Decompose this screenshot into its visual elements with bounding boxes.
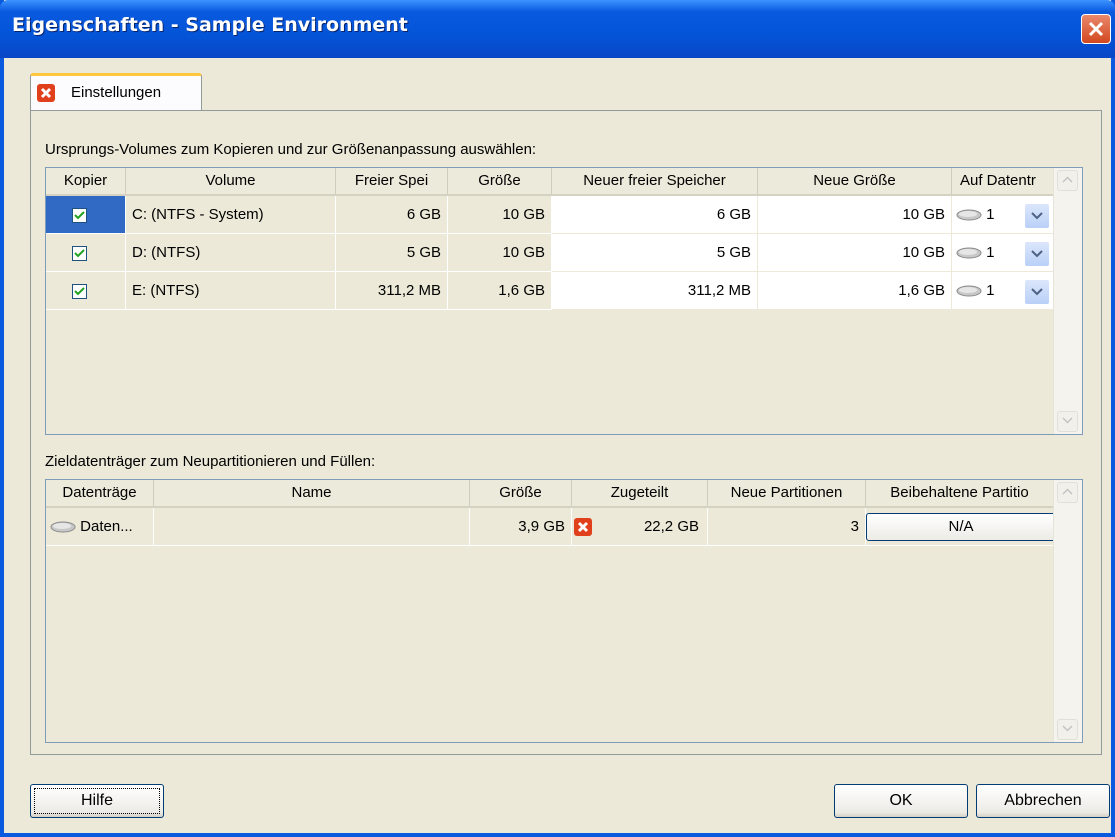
ok-button[interactable]: OK xyxy=(834,784,968,818)
table-row[interactable]: Daten... 3,9 GB 22,2 GB 3 N/A xyxy=(46,508,1056,546)
free-cell: 6 GB xyxy=(336,196,448,234)
copy-cell xyxy=(46,234,126,272)
source-grid-scrollbar[interactable] xyxy=(1053,168,1082,434)
table-row[interactable]: C: (NTFS - System) 6 GB 10 GB 6 GB 10 GB… xyxy=(46,196,1054,234)
col-header-kopier[interactable]: Kopier xyxy=(46,168,126,194)
disk-cell: Daten... xyxy=(46,508,154,546)
col-header-disk[interactable]: Auf Datentr xyxy=(952,168,1054,194)
tab-einstellungen[interactable]: Einstellungen xyxy=(30,73,202,111)
volume-cell: D: (NTFS) xyxy=(126,234,336,272)
col-header-new-free[interactable]: Neuer freier Speicher xyxy=(552,168,758,194)
name-cell xyxy=(154,508,470,546)
free-cell: 311,2 MB xyxy=(336,272,448,310)
dropdown-button[interactable] xyxy=(1025,242,1049,266)
checkmark-icon xyxy=(74,211,85,220)
error-icon xyxy=(37,84,55,102)
chevron-down-icon xyxy=(1031,212,1043,220)
allocated-value: 22,2 GB xyxy=(643,518,699,535)
copy-checkbox[interactable] xyxy=(72,208,87,223)
table-row[interactable]: D: (NTFS) 5 GB 10 GB 5 GB 10 GB 1 xyxy=(46,234,1054,272)
size-cell: 3,9 GB xyxy=(470,508,572,546)
chevron-down-icon xyxy=(1062,725,1073,732)
title-bar[interactable]: Eigenschaften - Sample Environment xyxy=(0,0,1115,58)
source-volumes-grid[interactable]: Kopier Volume Freier Spei Größe Neuer fr… xyxy=(45,167,1083,435)
window-title: Eigenschaften - Sample Environment xyxy=(12,14,408,36)
copy-checkbox[interactable] xyxy=(72,246,87,261)
size-cell: 10 GB xyxy=(448,234,552,272)
copy-checkbox[interactable] xyxy=(72,284,87,299)
close-button[interactable] xyxy=(1081,14,1111,44)
kept-partitions-button[interactable]: N/A xyxy=(866,513,1056,541)
col-header-zugeteilt[interactable]: Zugeteilt xyxy=(572,480,708,506)
col-header-free[interactable]: Freier Spei xyxy=(336,168,448,194)
volume-cell: C: (NTFS - System) xyxy=(126,196,336,234)
col-header-new-size[interactable]: Neue Größe xyxy=(758,168,952,194)
table-row[interactable]: E: (NTFS) 311,2 MB 1,6 GB 311,2 MB 1,6 G… xyxy=(46,272,1054,310)
chevron-up-icon xyxy=(1062,176,1073,183)
col-header-name[interactable]: Name xyxy=(154,480,470,506)
scroll-down-button[interactable] xyxy=(1057,719,1078,740)
disk-select[interactable]: 1 xyxy=(952,234,1054,272)
kept-partitions-cell: N/A xyxy=(866,508,1056,546)
copy-cell xyxy=(46,272,126,310)
disk-number: 1 xyxy=(986,282,995,299)
source-grid-header: Kopier Volume Freier Spei Größe Neuer fr… xyxy=(46,168,1054,196)
disk-number: 1 xyxy=(986,206,995,223)
hard-disk-icon xyxy=(956,247,982,259)
cancel-button[interactable]: Abbrechen xyxy=(976,784,1110,818)
source-volumes-label: Ursprungs-Volumes zum Kopieren und zur G… xyxy=(45,141,537,158)
col-header-beibehaltene[interactable]: Beibehaltene Partitio xyxy=(866,480,1054,506)
target-grid-scrollbar[interactable] xyxy=(1053,480,1082,742)
scroll-up-button[interactable] xyxy=(1057,482,1078,503)
new-size-input[interactable]: 10 GB xyxy=(758,234,952,272)
settings-panel: Ursprungs-Volumes zum Kopieren und zur G… xyxy=(30,110,1102,755)
volume-cell: E: (NTFS) xyxy=(126,272,336,310)
checkmark-icon xyxy=(74,287,85,296)
disk-name: Daten... xyxy=(80,518,133,535)
scroll-down-button[interactable] xyxy=(1057,411,1078,432)
target-disks-label: Zieldatenträger zum Neupartitionieren un… xyxy=(45,453,376,470)
col-header-datentraeger[interactable]: Datenträge xyxy=(46,480,154,506)
col-header-groesse[interactable]: Größe xyxy=(470,480,572,506)
new-partitions-cell: 3 xyxy=(708,508,866,546)
chevron-down-icon xyxy=(1031,250,1043,258)
copy-cell xyxy=(46,196,126,234)
new-size-input[interactable]: 1,6 GB xyxy=(758,272,952,310)
hard-disk-icon xyxy=(956,285,982,297)
hard-disk-icon xyxy=(956,209,982,221)
col-header-neue-partitionen[interactable]: Neue Partitionen xyxy=(708,480,866,506)
dropdown-button[interactable] xyxy=(1025,204,1049,228)
scroll-up-button[interactable] xyxy=(1057,170,1078,191)
allocated-cell: 22,2 GB xyxy=(572,508,708,546)
new-free-input[interactable]: 311,2 MB xyxy=(552,272,758,310)
free-cell: 5 GB xyxy=(336,234,448,272)
new-free-input[interactable]: 5 GB xyxy=(552,234,758,272)
checkmark-icon xyxy=(74,249,85,258)
col-header-volume[interactable]: Volume xyxy=(126,168,336,194)
new-free-input[interactable]: 6 GB xyxy=(552,196,758,234)
error-icon xyxy=(574,518,592,536)
help-button[interactable]: Hilfe xyxy=(30,784,164,818)
tab-label: Einstellungen xyxy=(71,84,162,101)
size-cell: 1,6 GB xyxy=(448,272,552,310)
dropdown-button[interactable] xyxy=(1025,280,1049,304)
chevron-down-icon xyxy=(1031,288,1043,296)
new-size-input[interactable]: 10 GB xyxy=(758,196,952,234)
properties-dialog: Eigenschaften - Sample Environment Einst… xyxy=(0,0,1115,837)
disk-number: 1 xyxy=(986,244,995,261)
target-disks-grid[interactable]: Datenträge Name Größe Zugeteilt Neue Par… xyxy=(45,479,1083,743)
chevron-down-icon xyxy=(1062,417,1073,424)
disk-select[interactable]: 1 xyxy=(952,272,1054,310)
close-icon xyxy=(1088,21,1104,37)
chevron-up-icon xyxy=(1062,488,1073,495)
col-header-size[interactable]: Größe xyxy=(448,168,552,194)
hard-disk-icon xyxy=(50,521,76,533)
size-cell: 10 GB xyxy=(448,196,552,234)
disk-select[interactable]: 1 xyxy=(952,196,1054,234)
target-grid-header: Datenträge Name Größe Zugeteilt Neue Par… xyxy=(46,480,1054,508)
